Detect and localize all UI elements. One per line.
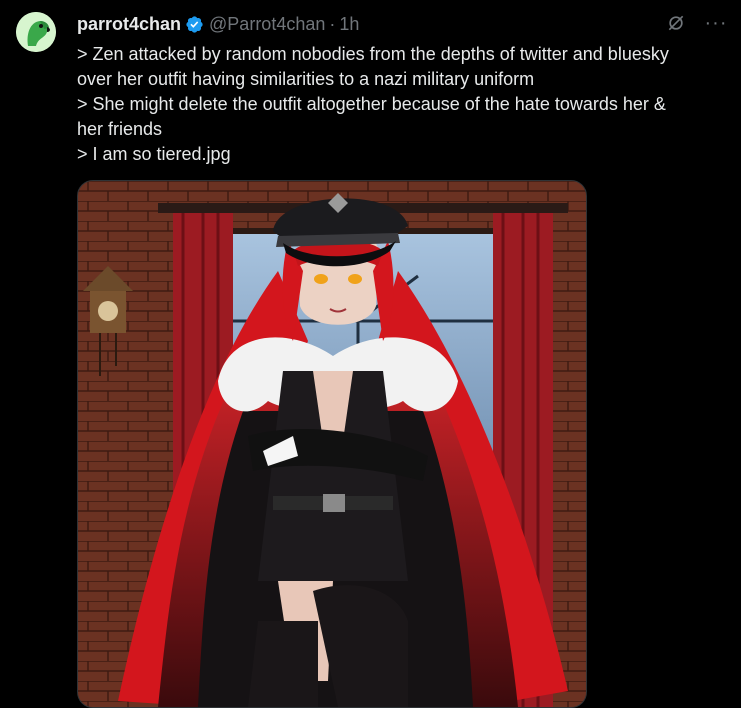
tweet-media-image[interactable] [77, 180, 587, 708]
more-options-icon[interactable]: ··· [705, 12, 727, 34]
author-handle[interactable]: @Parrot4chan [209, 14, 325, 35]
tweet-text-line: her friends [77, 119, 163, 139]
tweet[interactable]: parrot4chan @Parrot4chan · 1h ··· > Zen … [0, 0, 741, 708]
tweet-actions-top: ··· [665, 12, 727, 34]
author-name[interactable]: parrot4chan [77, 14, 181, 35]
verified-badge-icon[interactable] [185, 15, 204, 34]
parrot-avatar-icon [16, 12, 56, 52]
grok-icon[interactable] [665, 12, 687, 34]
tweet-text-line: > I am so tiered.jpg [77, 144, 231, 164]
tweet-text: > Zen attacked by random nobodies from t… [77, 42, 727, 167]
timestamp[interactable]: 1h [339, 14, 359, 35]
tweet-text-line: > She might delete the outfit altogether… [77, 94, 666, 114]
tweet-text-line: > Zen attacked by random nobodies from t… [77, 44, 669, 64]
separator-dot: · [329, 13, 336, 34]
author-avatar[interactable] [16, 12, 56, 52]
tweet-text-line: over her outfit having similarities to a… [77, 69, 535, 89]
character-illustration [78, 181, 586, 707]
more-options-glyph: ··· [704, 12, 728, 34]
tweet-header: parrot4chan @Parrot4chan · 1h [77, 12, 359, 36]
